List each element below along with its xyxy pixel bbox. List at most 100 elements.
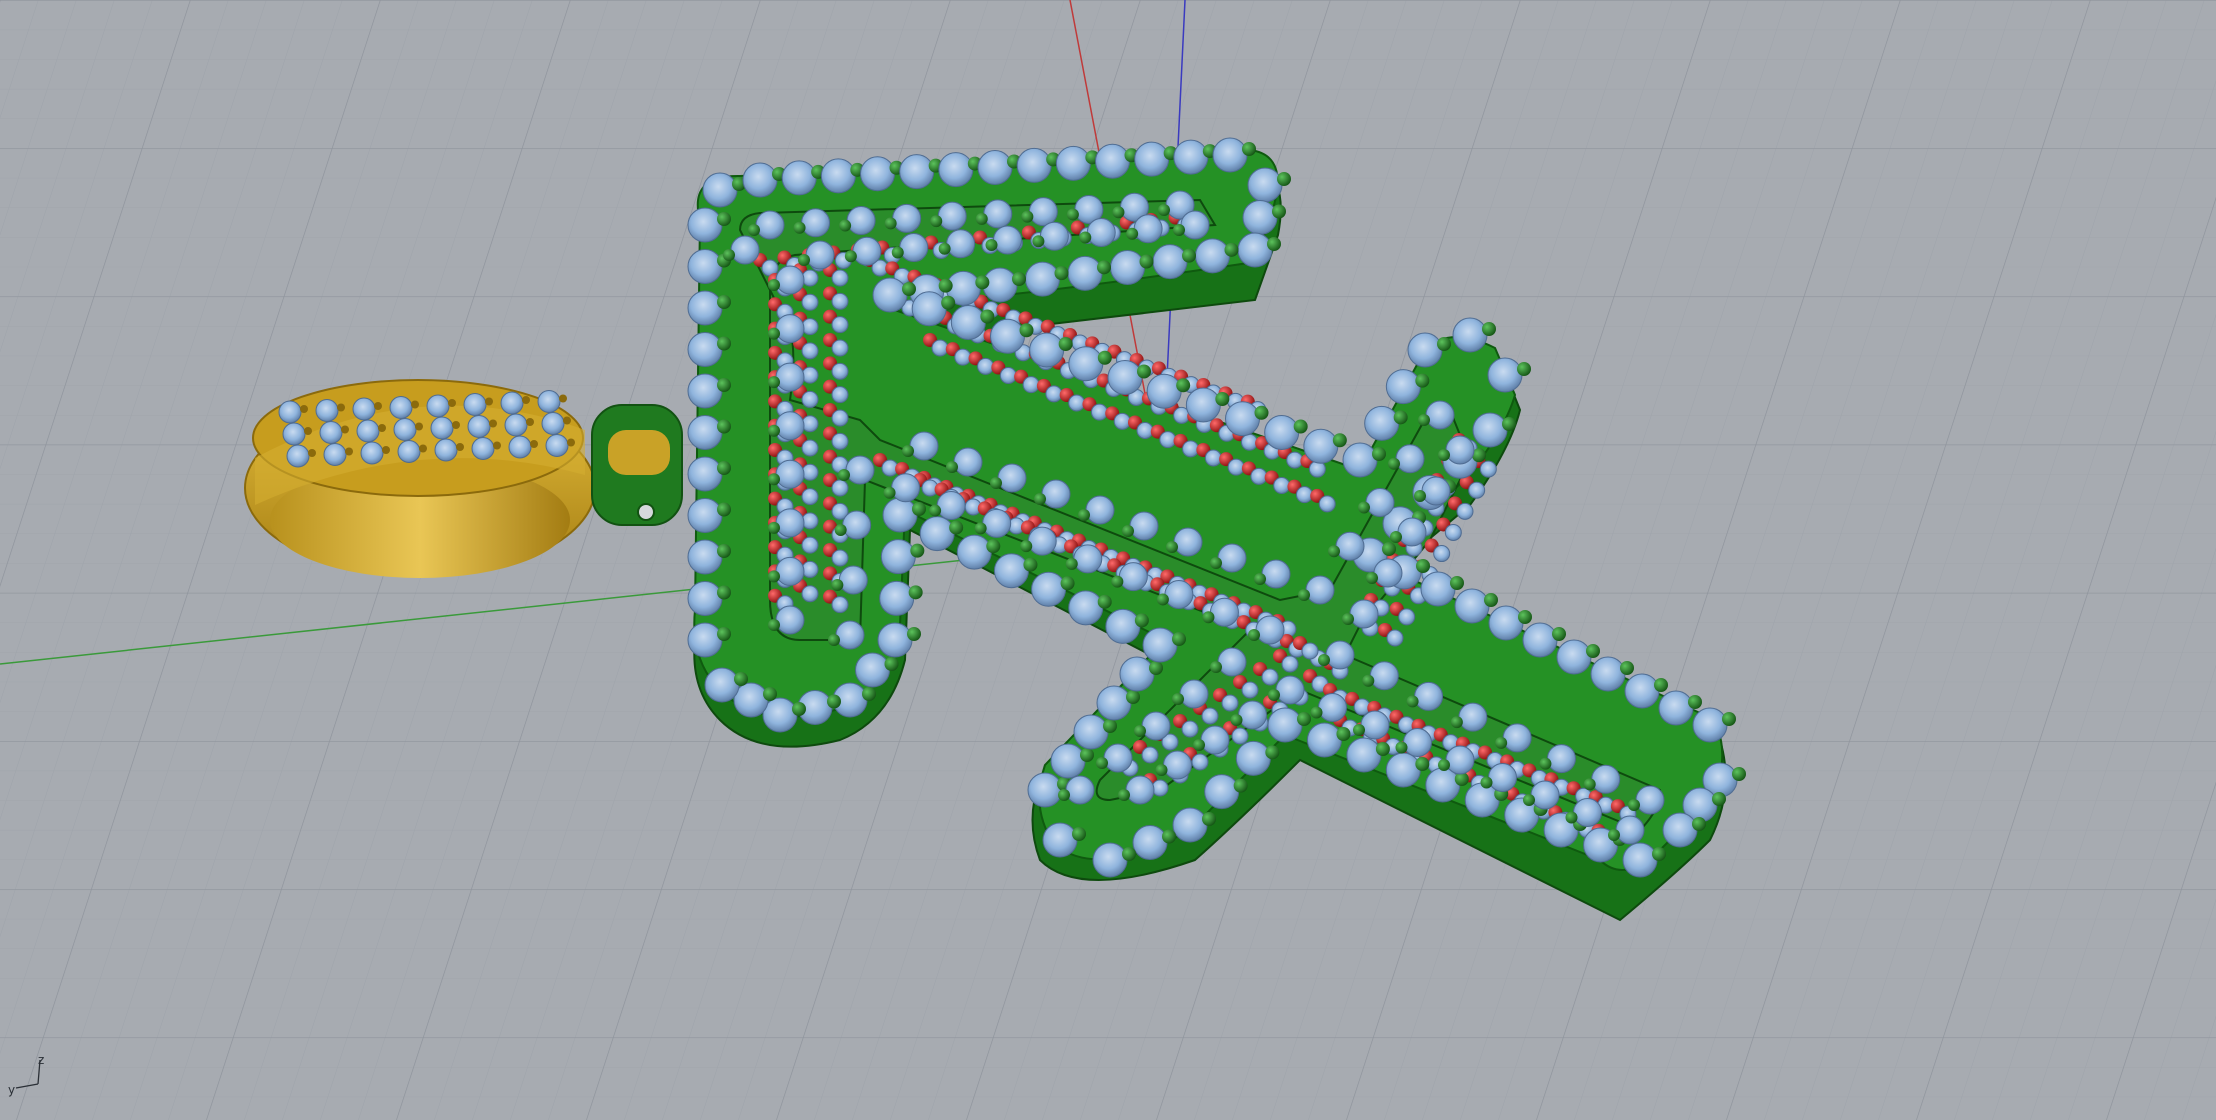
outer-prong bbox=[1298, 589, 1310, 601]
inner-stone bbox=[1456, 502, 1474, 520]
inner-stone bbox=[801, 585, 819, 603]
outer-prong bbox=[1193, 739, 1205, 751]
inner-stone bbox=[999, 367, 1017, 384]
inner-stone bbox=[1022, 376, 1040, 394]
inner-stone bbox=[1068, 394, 1086, 412]
outer-stone bbox=[1225, 401, 1260, 437]
3d-viewport[interactable]: y z bbox=[0, 0, 2216, 1120]
outer-stone bbox=[1041, 479, 1071, 509]
outer-prong bbox=[884, 657, 899, 671]
outer-stone bbox=[1306, 722, 1342, 758]
outer-prong bbox=[717, 378, 731, 392]
outer-stone bbox=[742, 162, 778, 198]
bail-prong bbox=[308, 449, 316, 457]
outer-prong bbox=[1732, 767, 1746, 781]
outer-prong bbox=[1517, 362, 1531, 376]
outer-stone bbox=[1303, 428, 1339, 464]
outer-stone bbox=[1385, 752, 1421, 788]
inner-stone bbox=[1113, 412, 1131, 430]
outer-stone bbox=[982, 508, 1012, 538]
outer-prong bbox=[946, 461, 958, 473]
outer-stone bbox=[1237, 232, 1273, 268]
inner-stone bbox=[801, 488, 819, 506]
outer-stone bbox=[1445, 745, 1475, 775]
bail-stone bbox=[426, 394, 450, 418]
outer-stone bbox=[1360, 710, 1390, 740]
outer-prong bbox=[1173, 224, 1185, 236]
outer-stone bbox=[835, 620, 865, 650]
outer-prong bbox=[717, 627, 731, 641]
outer-stone bbox=[1624, 673, 1660, 709]
outer-stone bbox=[1546, 744, 1576, 774]
outer-stone bbox=[1267, 707, 1303, 743]
outer-stone bbox=[1031, 571, 1067, 607]
outer-prong bbox=[902, 445, 914, 457]
outer-stone bbox=[950, 305, 986, 340]
outer-prong bbox=[1134, 613, 1149, 628]
outer-stone bbox=[687, 415, 723, 450]
outer-prong bbox=[793, 221, 806, 234]
outer-stone bbox=[687, 207, 723, 243]
axis-widget-y-line bbox=[15, 1083, 39, 1089]
outer-stone bbox=[1658, 690, 1694, 726]
bail-stone bbox=[434, 438, 458, 462]
outer-stone bbox=[1573, 798, 1602, 827]
outer-prong bbox=[1318, 654, 1330, 666]
outer-stone bbox=[1134, 141, 1170, 177]
inner-stone bbox=[831, 316, 849, 334]
outer-stone bbox=[838, 565, 868, 595]
inner-stone bbox=[1398, 608, 1416, 626]
outer-prong bbox=[1552, 627, 1566, 641]
inner-stone bbox=[1318, 495, 1336, 513]
outer-prong bbox=[949, 520, 964, 535]
outer-stone bbox=[953, 447, 983, 477]
bail-stone bbox=[282, 422, 306, 446]
outer-prong bbox=[1097, 260, 1111, 275]
bail-prong bbox=[345, 447, 353, 456]
outer-stone bbox=[946, 229, 976, 259]
outer-prong bbox=[1020, 540, 1033, 553]
outer-prong bbox=[1692, 817, 1706, 831]
outer-prong bbox=[1414, 490, 1426, 502]
outer-prong bbox=[1224, 242, 1239, 257]
outer-stone bbox=[755, 210, 785, 240]
outer-stone bbox=[704, 667, 740, 703]
outer-prong bbox=[1072, 827, 1086, 841]
bail-prong bbox=[304, 427, 312, 435]
outer-stone bbox=[1235, 740, 1271, 776]
inner-stone bbox=[831, 292, 849, 310]
outer-stone bbox=[781, 160, 817, 196]
outer-stone bbox=[1028, 197, 1058, 227]
outer-prong bbox=[1495, 736, 1508, 749]
bail-stone bbox=[360, 441, 384, 465]
outer-prong bbox=[986, 539, 1001, 554]
outer-stone bbox=[775, 314, 805, 344]
outer-stone bbox=[775, 508, 805, 538]
outer-stone bbox=[877, 622, 913, 658]
outer-stone bbox=[1414, 681, 1444, 711]
outer-prong bbox=[938, 278, 953, 293]
viewport-scene[interactable] bbox=[0, 0, 2216, 1120]
bail-prong bbox=[563, 416, 571, 425]
outer-stone bbox=[899, 233, 929, 262]
bail-prong bbox=[485, 397, 493, 406]
bail-prong bbox=[337, 403, 345, 412]
outer-stone bbox=[1142, 627, 1178, 663]
outer-stone bbox=[1146, 373, 1182, 409]
outer-prong bbox=[1375, 742, 1390, 756]
inner-stone bbox=[1159, 431, 1177, 449]
bail-prong bbox=[493, 441, 501, 450]
outer-prong bbox=[1054, 266, 1069, 281]
inner-stone bbox=[1181, 720, 1199, 738]
outer-stone bbox=[801, 208, 831, 238]
outer-prong bbox=[1058, 789, 1070, 801]
outer-prong bbox=[1382, 542, 1396, 556]
outer-prong bbox=[883, 486, 896, 499]
outer-stone bbox=[936, 491, 966, 521]
inner-stone bbox=[1273, 477, 1291, 494]
outer-stone bbox=[882, 497, 918, 533]
outer-stone bbox=[1407, 332, 1443, 368]
outer-prong bbox=[768, 279, 780, 291]
outer-stone bbox=[1261, 559, 1291, 589]
inner-stone bbox=[831, 409, 849, 427]
